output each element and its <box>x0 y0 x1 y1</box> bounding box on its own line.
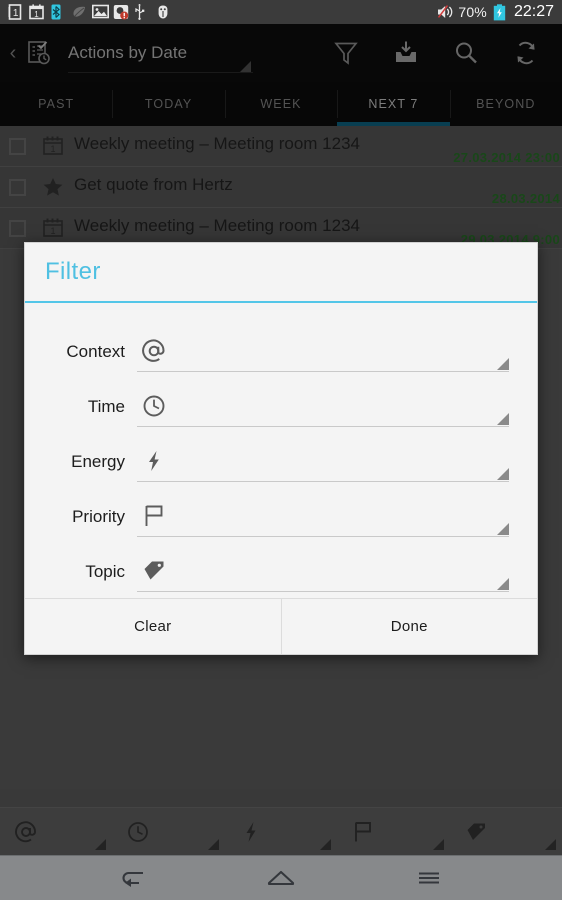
storage-warning-icon <box>113 4 129 20</box>
context-label: Context <box>66 342 125 361</box>
clock-icon <box>141 393 167 419</box>
topic-label: Topic <box>85 562 125 581</box>
spinner-triangle-icon <box>497 413 509 425</box>
at-sign-icon <box>141 338 167 364</box>
spinner-triangle-icon <box>497 523 509 535</box>
calendar-icon: 1 <box>29 4 44 20</box>
status-bar-system-icons: 70% 22:27 <box>437 3 554 21</box>
spinner-triangle-icon <box>497 578 509 590</box>
context-spinner[interactable] <box>137 330 509 372</box>
flag-icon <box>141 503 167 529</box>
status-bar-clock: 22:27 <box>513 3 554 20</box>
dialog-actions: Clear Done <box>25 598 537 654</box>
spinner-triangle-icon <box>497 358 509 370</box>
priority-spinner[interactable] <box>137 495 509 537</box>
debug-bug-icon <box>155 4 170 20</box>
usb-icon <box>134 4 149 20</box>
battery-percent-label: 70% <box>458 4 487 20</box>
status-bar: 1 1 70% 22:27 <box>0 0 562 24</box>
priority-filter-row: Priority <box>25 482 537 537</box>
filter-dialog: Filter Context Time Energy Priority Topi… <box>24 242 538 655</box>
gallery-image-icon <box>92 4 109 20</box>
bluetooth-icon <box>50 4 65 20</box>
status-bar-notification-icons: 1 1 <box>8 4 170 20</box>
dialog-body: Context Time Energy Priority Topic <box>25 303 537 598</box>
spinner-triangle-icon <box>497 468 509 480</box>
lightning-icon <box>141 448 167 474</box>
battery-charging-icon <box>493 4 508 21</box>
clear-button[interactable]: Clear <box>25 599 281 654</box>
tag-icon <box>141 558 167 584</box>
leaf-icon <box>71 4 86 20</box>
topic-filter-row: Topic <box>25 537 537 592</box>
svg-text:1: 1 <box>34 10 39 19</box>
context-filter-row: Context <box>25 317 537 372</box>
sim-card-1-icon: 1 <box>8 4 23 20</box>
topic-spinner[interactable] <box>137 550 509 592</box>
time-spinner[interactable] <box>137 385 509 427</box>
dialog-title: Filter <box>45 258 101 285</box>
energy-filter-row: Energy <box>25 427 537 482</box>
energy-label: Energy <box>71 452 125 471</box>
time-label: Time <box>87 397 125 416</box>
time-filter-row: Time <box>25 372 537 427</box>
energy-spinner[interactable] <box>137 440 509 482</box>
done-button[interactable]: Done <box>280 599 538 654</box>
svg-text:1: 1 <box>13 8 19 19</box>
priority-label: Priority <box>72 507 125 526</box>
volume-muted-icon <box>437 4 453 20</box>
